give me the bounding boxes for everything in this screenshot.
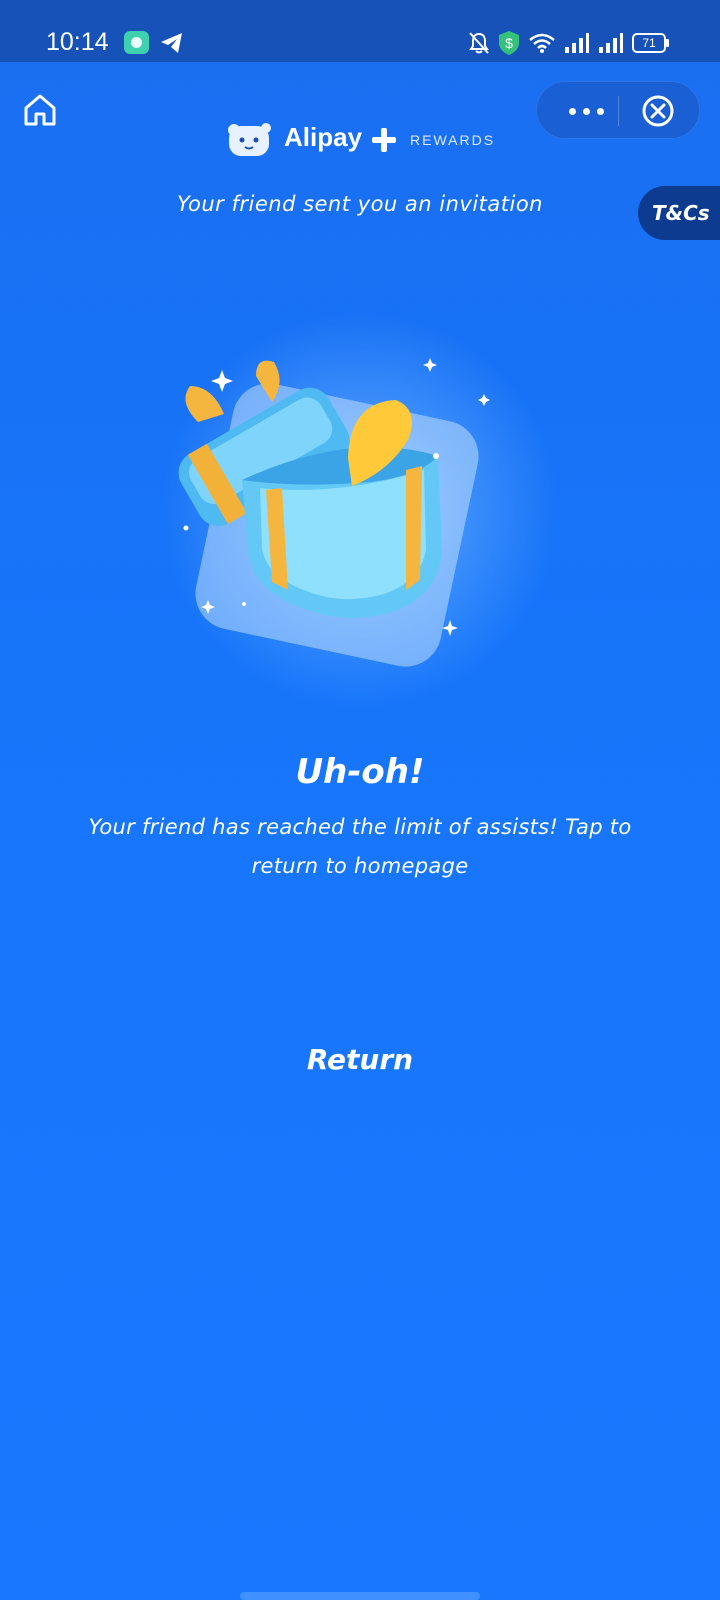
brand-rewards: REWARDS [410, 132, 496, 148]
battery-icon: 71 [632, 33, 669, 53]
plus-logo-icon [372, 128, 396, 152]
status-bar: 10:14 $ 71 [0, 0, 720, 62]
gesture-bar[interactable] [240, 1592, 480, 1600]
error-headline: Uh-oh! [295, 752, 425, 792]
invitation-subtitle: Your friend sent you an invitation [176, 192, 543, 216]
wifi-icon [529, 33, 555, 53]
shield-dollar-icon: $ [499, 31, 519, 55]
app-notification-icon [124, 31, 149, 54]
miniapp-capsule [536, 81, 700, 139]
error-message: Your friend has reached the limit of ass… [88, 815, 632, 878]
more-dots-icon[interactable] [565, 100, 609, 120]
tcs-button[interactable]: T&Cs [638, 186, 720, 240]
signal-icon [599, 33, 623, 53]
brand-name: Alipay [284, 122, 363, 152]
svg-text:$: $ [505, 35, 513, 51]
return-button[interactable]: Return [260, 1036, 460, 1084]
home-icon[interactable] [22, 92, 58, 128]
mascot-icon [228, 123, 271, 156]
capsule-divider [618, 96, 619, 126]
gift-box-icon [178, 358, 490, 667]
signal-icon [565, 33, 589, 53]
telegram-icon [161, 33, 182, 53]
status-time: 10:14 [46, 28, 109, 56]
close-circle-icon[interactable] [641, 94, 675, 128]
gift-illustration [120, 290, 590, 730]
mute-bell-icon [469, 32, 489, 54]
